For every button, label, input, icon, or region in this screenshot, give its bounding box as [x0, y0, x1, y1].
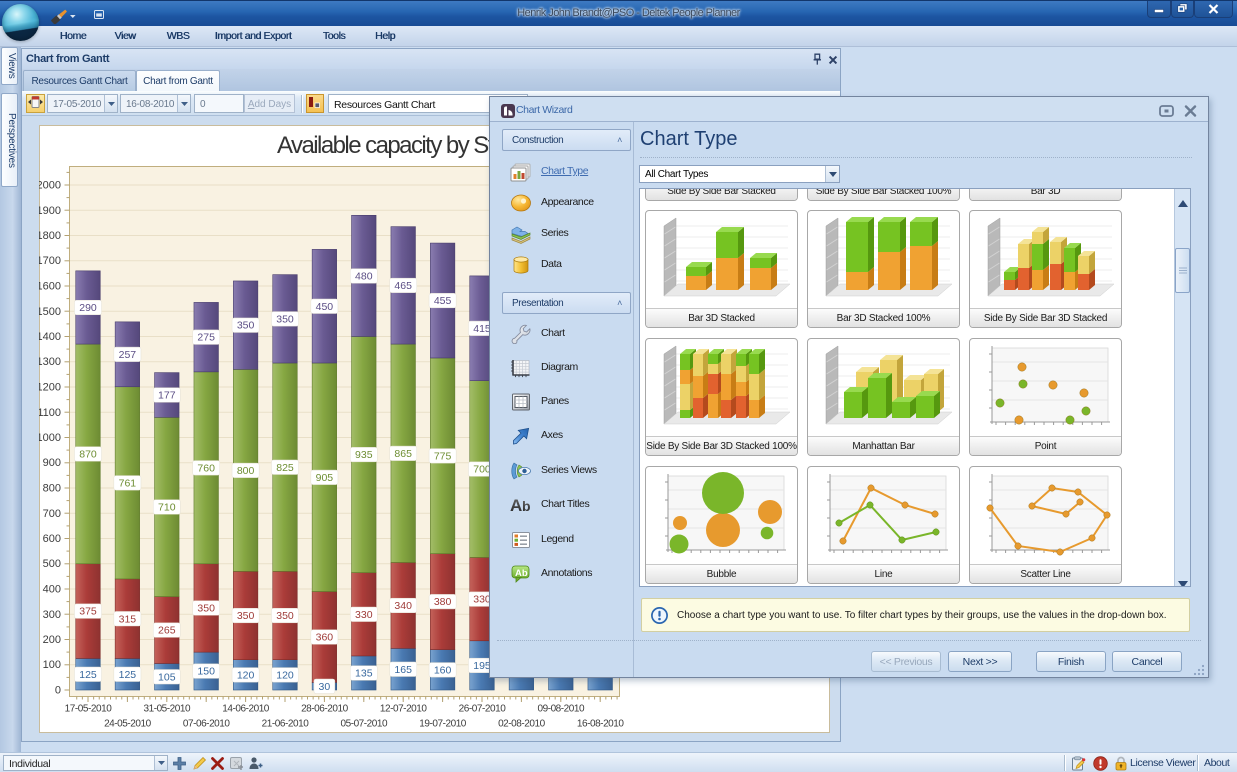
- svg-text:315: 315: [119, 613, 137, 625]
- svg-text:350: 350: [276, 313, 294, 325]
- svg-text:450: 450: [316, 301, 334, 313]
- svg-text:870: 870: [79, 449, 97, 461]
- svg-text:1100: 1100: [39, 407, 61, 419]
- svg-text:455: 455: [434, 295, 452, 307]
- svg-text:350: 350: [197, 603, 215, 615]
- svg-text:160: 160: [434, 664, 452, 676]
- svg-text:165: 165: [394, 664, 412, 676]
- svg-text:350: 350: [237, 320, 255, 332]
- svg-text:480: 480: [355, 271, 373, 283]
- svg-text:125: 125: [119, 669, 137, 681]
- svg-text:1600: 1600: [39, 281, 61, 293]
- svg-text:19-07-2010: 19-07-2010: [419, 719, 467, 730]
- svg-text:257: 257: [119, 349, 137, 361]
- svg-text:1000: 1000: [39, 432, 61, 444]
- svg-text:125: 125: [79, 669, 97, 681]
- svg-text:150: 150: [197, 666, 215, 678]
- svg-text:Ab: Ab: [515, 568, 528, 579]
- svg-text:380: 380: [434, 596, 452, 608]
- svg-text:02-08-2010: 02-08-2010: [498, 719, 546, 730]
- svg-text:120: 120: [276, 669, 294, 681]
- svg-text:16-08-2010: 16-08-2010: [577, 719, 625, 730]
- svg-text:350: 350: [237, 610, 255, 622]
- svg-text:09-08-2010: 09-08-2010: [537, 704, 585, 715]
- svg-text:2000: 2000: [39, 180, 61, 192]
- svg-text:935: 935: [355, 449, 373, 461]
- svg-text:900: 900: [43, 457, 61, 469]
- svg-text:825: 825: [276, 462, 294, 474]
- svg-text:07-06-2010: 07-06-2010: [183, 719, 231, 730]
- svg-text:761: 761: [119, 477, 137, 489]
- svg-text:300: 300: [43, 609, 61, 621]
- svg-text:1900: 1900: [39, 205, 61, 217]
- svg-text:265: 265: [158, 625, 176, 637]
- svg-text:1500: 1500: [39, 306, 61, 318]
- svg-text:14-06-2010: 14-06-2010: [222, 704, 270, 715]
- svg-text:865: 865: [394, 448, 412, 460]
- svg-text:760: 760: [197, 462, 215, 474]
- svg-text:135: 135: [355, 668, 373, 680]
- svg-text:1200: 1200: [39, 382, 61, 394]
- svg-text:360: 360: [316, 632, 334, 644]
- svg-text:b: b: [522, 498, 531, 514]
- svg-text:26-07-2010: 26-07-2010: [459, 704, 507, 715]
- svg-text:05-07-2010: 05-07-2010: [340, 719, 388, 730]
- svg-text:275: 275: [197, 332, 215, 344]
- svg-text:1700: 1700: [39, 255, 61, 267]
- svg-text:21-06-2010: 21-06-2010: [262, 719, 310, 730]
- svg-text:177: 177: [158, 390, 176, 402]
- svg-text:30: 30: [319, 681, 331, 693]
- svg-text:350: 350: [276, 610, 294, 622]
- svg-text:0: 0: [55, 685, 61, 697]
- svg-text:1300: 1300: [39, 356, 61, 368]
- svg-text:12-07-2010: 12-07-2010: [380, 704, 428, 715]
- svg-text:1800: 1800: [39, 230, 61, 242]
- svg-text:700: 700: [43, 508, 61, 520]
- svg-text:24-05-2010: 24-05-2010: [104, 719, 152, 730]
- svg-text:775: 775: [434, 450, 452, 462]
- svg-text:200: 200: [43, 634, 61, 646]
- svg-text:465: 465: [394, 280, 412, 292]
- svg-text:17-05-2010: 17-05-2010: [65, 704, 113, 715]
- svg-text:100: 100: [43, 659, 61, 671]
- svg-text:905: 905: [316, 472, 334, 484]
- svg-text:340: 340: [394, 600, 412, 612]
- svg-text:28-06-2010: 28-06-2010: [301, 704, 349, 715]
- svg-text:375: 375: [79, 606, 97, 618]
- svg-text:600: 600: [43, 533, 61, 545]
- svg-text:710: 710: [158, 502, 176, 514]
- svg-text:500: 500: [43, 558, 61, 570]
- svg-text:1400: 1400: [39, 331, 61, 343]
- svg-text:120: 120: [237, 669, 255, 681]
- svg-text:330: 330: [355, 609, 373, 621]
- svg-text:400: 400: [43, 584, 61, 596]
- svg-text:A: A: [510, 496, 522, 515]
- svg-text:290: 290: [79, 302, 97, 314]
- svg-text:105: 105: [158, 671, 176, 683]
- svg-text:800: 800: [237, 465, 255, 477]
- svg-text:31-05-2010: 31-05-2010: [143, 704, 191, 715]
- svg-text:800: 800: [43, 483, 61, 495]
